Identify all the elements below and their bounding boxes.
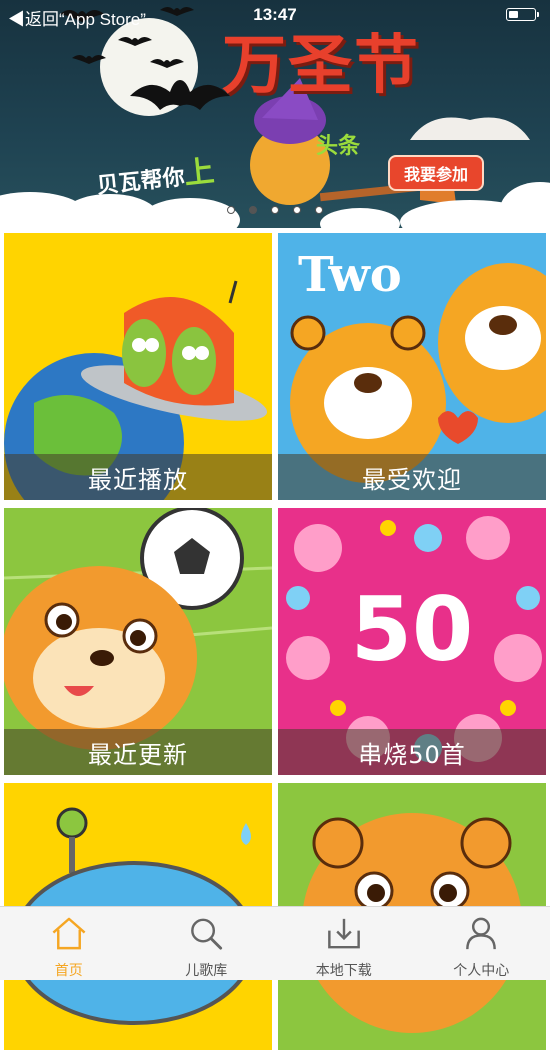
tab-label: 个人中心 — [453, 960, 509, 980]
tile-label: 串烧50首 — [278, 729, 546, 775]
fifty-art-text: 50 — [351, 578, 473, 681]
tab-label: 本地下载 — [316, 960, 372, 980]
tab-label: 首页 — [55, 960, 83, 980]
battery-icon — [506, 8, 536, 21]
banner-page-indicator[interactable] — [0, 206, 550, 214]
tile-most-popular[interactable]: Two 最受欢迎 — [278, 233, 546, 500]
search-icon — [185, 913, 227, 954]
two-art-text: Two — [298, 247, 402, 303]
page-dot[interactable] — [227, 206, 235, 214]
person-icon — [460, 913, 502, 954]
download-icon — [323, 913, 365, 954]
tile-recent-update[interactable]: 最近更新 — [4, 508, 272, 775]
tile-recent-play[interactable]: 最近播放 — [4, 233, 272, 500]
tab-label: 儿歌库 — [185, 960, 227, 980]
clouds-illustration — [0, 170, 550, 228]
tab-song-library[interactable]: 儿歌库 — [138, 907, 276, 980]
tab-local-download[interactable]: 本地下载 — [275, 907, 413, 980]
tile-medley-50[interactable]: 50 串烧50首 — [278, 508, 546, 775]
page-dot[interactable] — [271, 206, 279, 214]
status-bar: ◀返回“App Store” 13:47 — [0, 0, 550, 30]
tile-label: 最近更新 — [4, 729, 272, 775]
home-icon — [48, 913, 90, 954]
page-dot-active[interactable] — [249, 206, 257, 214]
status-time: 13:47 — [0, 5, 550, 25]
banner-tag: 头条 — [316, 128, 360, 160]
tile-label: 最近播放 — [4, 454, 272, 500]
tab-bar: 首页 儿歌库 本地下载 个人中心 — [0, 906, 550, 980]
page-dot[interactable] — [293, 206, 301, 214]
tab-home[interactable]: 首页 — [0, 907, 138, 980]
tile-label: 最受欢迎 — [278, 454, 546, 500]
page-dot[interactable] — [315, 206, 323, 214]
tab-personal-center[interactable]: 个人中心 — [413, 907, 550, 980]
halloween-banner[interactable]: 万圣节 贝瓦帮你上 头条 我要参加 — [0, 0, 550, 228]
